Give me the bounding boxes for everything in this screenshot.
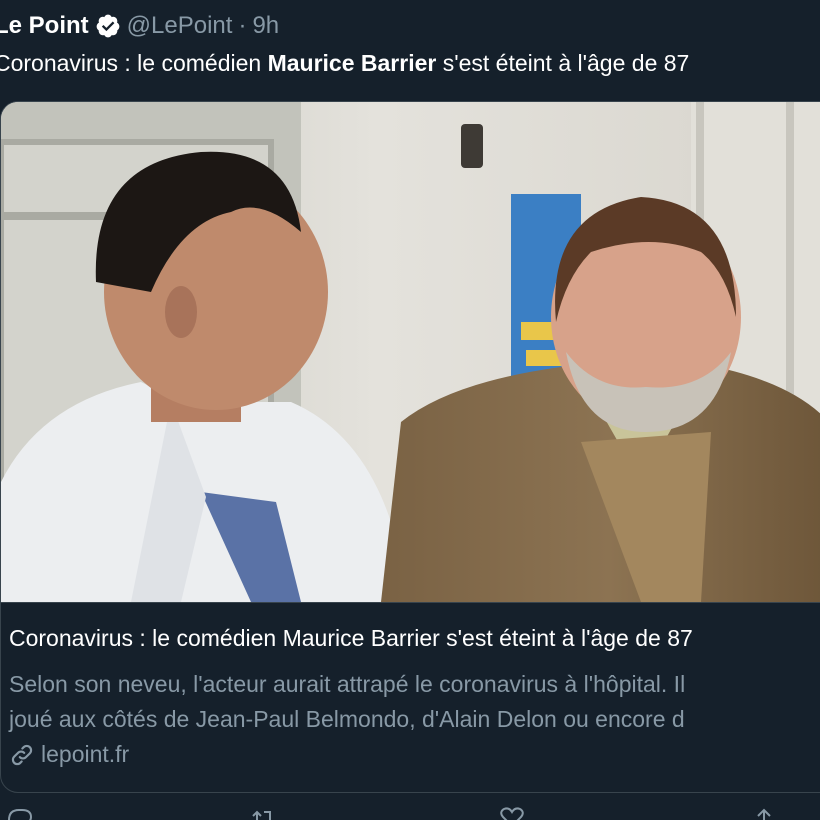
card-domain-text: lepoint.fr xyxy=(41,741,130,767)
card-description-line-1: Selon son neveu, l'acteur aurait attrapé… xyxy=(9,671,686,697)
card-title[interactable]: Coronavirus : le comédien Maurice Barrie… xyxy=(9,625,693,652)
display-name[interactable]: Le Point xyxy=(0,12,89,40)
share-icon[interactable] xyxy=(750,806,778,820)
card-domain[interactable]: lepoint.fr xyxy=(9,741,129,768)
tweet-text-end: s'est éteint à l'âge de 87 xyxy=(436,50,690,76)
card-image[interactable] xyxy=(1,102,820,602)
card-description-line-2: joué aux côtés de Jean-Paul Belmondo, d'… xyxy=(9,706,685,732)
tweet-header: Le Point @LePoint · 9h xyxy=(0,8,279,44)
timestamp[interactable]: 9h xyxy=(252,12,279,40)
card-photo xyxy=(1,102,820,602)
tweet-text-bold-name: Maurice Barrier xyxy=(267,50,437,76)
verified-badge-icon xyxy=(96,14,120,38)
handle[interactable]: @LePoint xyxy=(127,12,233,40)
separator-dot: · xyxy=(238,12,247,39)
card-body[interactable]: Coronavirus : le comédien Maurice Barrie… xyxy=(1,602,820,792)
tweet-actions xyxy=(0,806,820,820)
link-card[interactable]: Coronavirus : le comédien Maurice Barrie… xyxy=(0,101,820,793)
tweet-text-start: Coronavirus : le comédien xyxy=(0,50,268,76)
tweet[interactable]: Le Point @LePoint · 9h Coronavirus : le … xyxy=(0,0,820,820)
retweet-icon[interactable] xyxy=(250,806,278,820)
link-icon xyxy=(11,744,33,765)
tweet-text: Coronavirus : le comédien Maurice Barrie… xyxy=(0,50,689,77)
card-description: Selon son neveu, l'acteur aurait attrapé… xyxy=(9,667,685,737)
reply-icon[interactable] xyxy=(6,806,34,820)
like-icon[interactable] xyxy=(498,806,526,820)
